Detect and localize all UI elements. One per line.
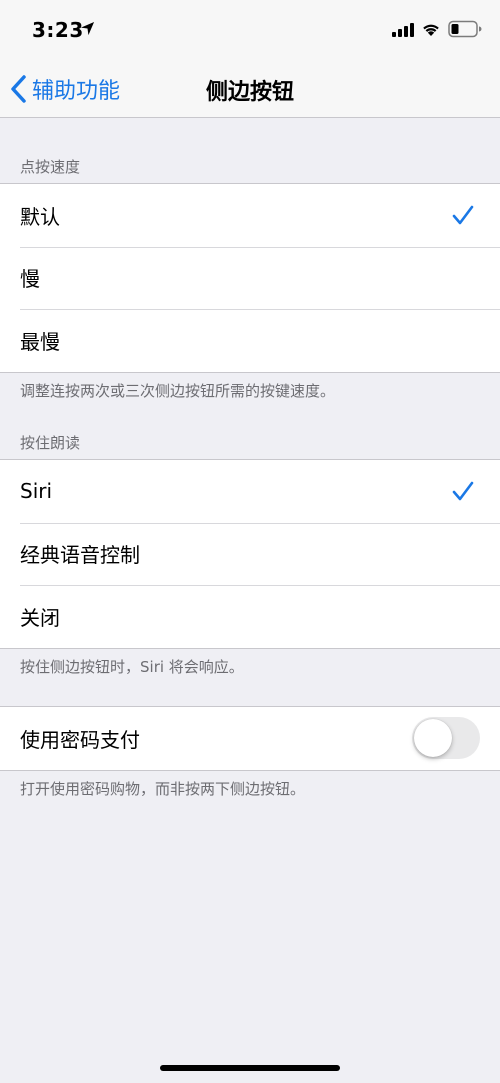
battery-icon [448, 20, 482, 38]
location-arrow-icon [80, 21, 95, 36]
checkmark-icon [452, 481, 474, 501]
option-label: Siri [20, 479, 53, 504]
settings-screen: 3:23 辅助功能 侧边按钮 点按速度 默认 慢 最慢 调整连按两次或三次侧边按… [0, 0, 500, 1083]
option-siri[interactable]: Siri [0, 460, 500, 523]
checkmark-icon [452, 205, 474, 225]
press-and-hold-group: Siri 经典语音控制 关闭 [0, 459, 500, 649]
section-header-click-speed: 点按速度 [20, 158, 81, 176]
home-indicator[interactable] [160, 1065, 340, 1071]
option-label: 最慢 [20, 329, 60, 354]
toggle-knob [414, 719, 452, 757]
page-title: 侧边按钮 [205, 80, 294, 105]
option-label: 经典语音控制 [20, 543, 140, 568]
option-slow[interactable]: 慢 [0, 246, 500, 310]
option-label: 默认 [20, 204, 60, 229]
cellular-signal-icon [392, 23, 414, 37]
wifi-icon [423, 24, 439, 36]
passcode-payment-toggle[interactable] [412, 717, 480, 759]
option-off[interactable]: 关闭 [0, 585, 500, 648]
section-header-press-and-hold: 按住朗读 [20, 434, 81, 452]
passcode-payment-label: 使用密码支付 [20, 727, 140, 752]
navigation-bar: 辅助功能 侧边按钮 [0, 60, 500, 118]
option-slowest[interactable]: 最慢 [0, 309, 500, 372]
option-classic-voice-control[interactable]: 经典语音控制 [0, 522, 500, 586]
passcode-payment-row: 使用密码支付 [0, 707, 500, 770]
section-footer-click-speed: 调整连按两次或三次侧边按钮所需的按键速度。 [20, 382, 336, 400]
option-label: 慢 [20, 267, 40, 292]
passcode-payment-group: 使用密码支付 [0, 706, 500, 771]
option-default[interactable]: 默认 [0, 184, 500, 247]
section-footer-passcode-payment: 打开使用密码购物，而非按两下侧边按钮。 [20, 780, 306, 798]
section-footer-press-and-hold: 按住侧边按钮时，Siri 将会响应。 [20, 658, 244, 676]
click-speed-group: 默认 慢 最慢 [0, 183, 500, 373]
status-bar: 3:23 [0, 0, 500, 60]
status-time: 3:23 [32, 18, 84, 42]
option-label: 关闭 [20, 605, 60, 630]
